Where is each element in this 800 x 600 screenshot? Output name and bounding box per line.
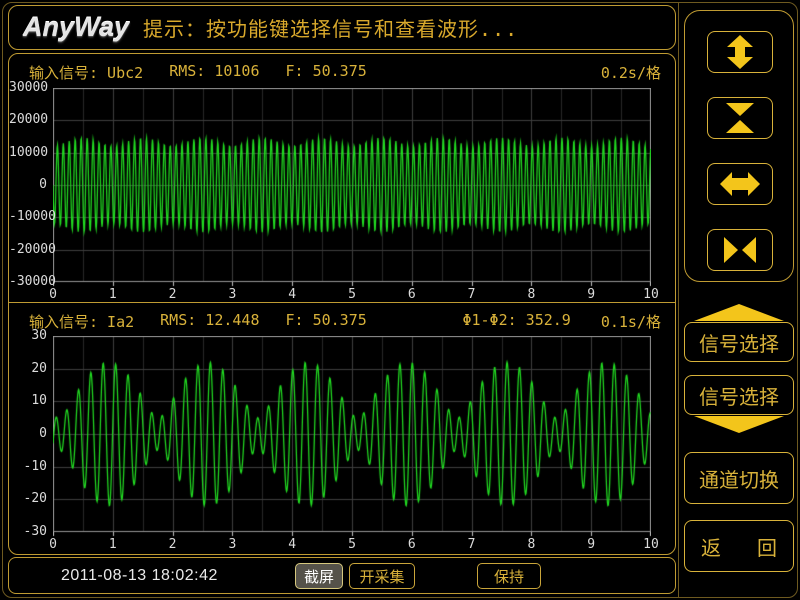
x-axis-tick-label: 6 (408, 288, 416, 302)
y-axis-tick-label: -20 (9, 492, 47, 506)
bottom-bar: 2011-08-13 18:02:42 截屏 开采集 保持 (8, 557, 676, 594)
timebase-value: 0.1s/格 (601, 311, 661, 332)
x-axis-tick-label: 2 (169, 288, 177, 302)
y-axis-tick-label: 20000 (9, 113, 47, 127)
x-axis-tick-label: 0 (49, 288, 57, 302)
channel-switch-button[interactable]: 通道切换 (684, 452, 794, 504)
voltage-waveform-panel: 输入信号: Ubc2 RMS: 10106 F: 50.375 0.2s/格 3… (9, 54, 675, 302)
expand-horizontal-icon (720, 167, 760, 201)
voltage-waveform-canvas (53, 88, 651, 287)
y-axis-tick-label: 0 (9, 178, 47, 192)
rms-value: RMS: 12.448 (160, 311, 259, 332)
expand-horizontal-button[interactable] (707, 163, 773, 205)
y-axis-tick-label: 30 (9, 329, 47, 343)
y-axis-tick-label: -20000 (9, 243, 47, 257)
x-axis-tick-label: 5 (348, 288, 356, 302)
compress-vertical-button[interactable] (707, 97, 773, 139)
x-axis-tick-label: 8 (527, 288, 535, 302)
x-axis-tick-label: 9 (587, 538, 595, 552)
back-label-right: 回 (757, 532, 777, 561)
title-bar: AnyWay 提示：按功能键选择信号和查看波形... (8, 5, 676, 50)
sidebar-separator (678, 3, 679, 597)
current-waveform-canvas (53, 336, 651, 537)
hint-text: 提示：按功能键选择信号和查看波形... (143, 13, 518, 42)
compress-horizontal-icon (720, 233, 760, 267)
x-axis-tick-label: 7 (468, 538, 476, 552)
expand-vertical-icon (720, 35, 760, 69)
x-axis-tick-label: 1 (109, 538, 117, 552)
hold-button[interactable]: 保持 (477, 563, 541, 589)
waveform-area: 输入信号: Ubc2 RMS: 10106 F: 50.375 0.2s/格 3… (8, 53, 676, 555)
back-button[interactable]: 返 回 (684, 520, 794, 572)
timebase-value: 0.2s/格 (601, 62, 661, 83)
frequency-value: F: 50.375 (286, 62, 367, 83)
y-axis-tick-label: -10 (9, 460, 47, 474)
analyzer-screen: AnyWay 提示：按功能键选择信号和查看波形... 输入信号: Ubc2 RM… (0, 0, 800, 600)
x-axis-tick-label: 6 (408, 538, 416, 552)
x-axis-tick-label: 3 (228, 288, 236, 302)
x-axis-tick-label: 8 (527, 538, 535, 552)
x-axis-tick-label: 4 (288, 288, 296, 302)
signal-select-up-button[interactable]: 信号选择 (684, 304, 794, 362)
compress-vertical-icon (720, 101, 760, 135)
waveform-zoom-group (684, 10, 794, 282)
rms-value: RMS: 10106 (169, 62, 259, 83)
x-axis-tick-label: 5 (348, 538, 356, 552)
x-axis-tick-label: 1 (109, 288, 117, 302)
x-axis-tick-label: 7 (468, 288, 476, 302)
x-axis-tick-label: 0 (49, 538, 57, 552)
x-axis-tick-label: 10 (643, 288, 659, 302)
x-axis-tick-label: 3 (228, 538, 236, 552)
anyway-logo: AnyWay (23, 12, 129, 43)
x-axis-tick-label: 10 (643, 538, 659, 552)
up-triangle-icon (694, 304, 784, 321)
compress-horizontal-button[interactable] (707, 229, 773, 271)
back-label-left: 返 (701, 532, 721, 561)
phase-diff-value: Φ1-Φ2: 352.9 (462, 311, 570, 332)
current-waveform-panel: 输入信号: Ia2 RMS: 12.448 F: 50.375 Φ1-Φ2: 3… (9, 303, 675, 555)
y-axis-tick-label: -30000 (9, 275, 47, 289)
y-axis-tick-label: 10 (9, 394, 47, 408)
y-axis-tick-label: -30 (9, 525, 47, 539)
frequency-value: F: 50.375 (286, 311, 367, 332)
y-axis-tick-label: 10000 (9, 146, 47, 160)
screenshot-button[interactable]: 截屏 (295, 563, 343, 589)
current-panel-header: 输入信号: Ia2 RMS: 12.448 F: 50.375 Φ1-Φ2: 3… (29, 311, 661, 332)
voltage-panel-header: 输入信号: Ubc2 RMS: 10106 F: 50.375 0.2s/格 (29, 62, 661, 83)
timestamp: 2011-08-13 18:02:42 (61, 567, 218, 585)
y-axis-tick-label: -10000 (9, 210, 47, 224)
down-triangle-icon (694, 416, 784, 433)
x-axis-tick-label: 9 (587, 288, 595, 302)
start-acquisition-button[interactable]: 开采集 (349, 563, 415, 589)
expand-vertical-button[interactable] (707, 31, 773, 73)
x-axis-tick-label: 2 (169, 538, 177, 552)
x-axis-tick-label: 4 (288, 538, 296, 552)
signal-select-down-label: 信号选择 (684, 375, 794, 415)
signal-select-down-button[interactable]: 信号选择 (684, 375, 794, 433)
y-axis-tick-label: 0 (9, 427, 47, 441)
signal-select-up-label: 信号选择 (684, 322, 794, 362)
y-axis-tick-label: 20 (9, 362, 47, 376)
y-axis-tick-label: 30000 (9, 81, 47, 95)
